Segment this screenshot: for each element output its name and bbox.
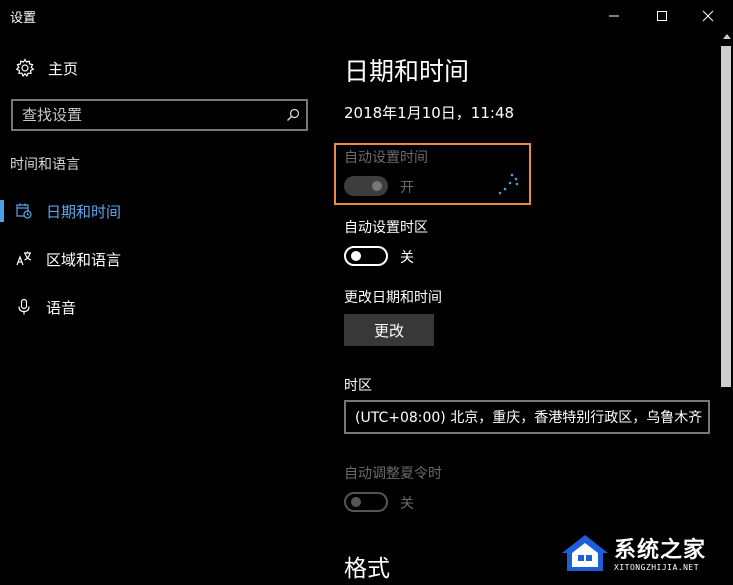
sidebar-item-date-time[interactable]: 日期和时间 [0,191,320,231]
toggle-knob [372,181,382,191]
auto-time-state: 开 [400,180,414,196]
auto-timezone-toggle[interactable] [344,246,388,266]
sidebar-item-speech[interactable]: 语音 [0,287,320,327]
dst-toggle[interactable] [344,492,388,512]
auto-timezone-state: 关 [400,250,414,266]
sidebar-item-label: 日期和时间 [46,203,122,221]
sidebar-section-label: 时间和语言 [10,157,80,173]
microphone-icon [14,297,34,317]
page-title: 日期和时间 [344,57,470,86]
sidebar-item-label: 语音 [46,299,77,317]
watermark-url: XITONGZHIJIA.NET [614,563,700,572]
change-datetime-button[interactable]: 更改 [344,314,434,346]
maximize-button[interactable] [639,0,685,32]
auto-time-label: 自动设置时间 [344,150,428,166]
search-box[interactable] [11,99,308,131]
scroll-up-arrow-icon[interactable] [722,32,732,42]
minimize-icon [609,15,619,17]
maximize-icon [657,11,667,21]
house-logo-icon [562,535,608,571]
minimize-button[interactable] [591,0,637,32]
watermark: 系统之家 XITONGZHIJIA.NET [556,526,732,582]
sidebar-item-label: 区域和语言 [46,251,122,269]
close-button[interactable] [685,0,731,32]
title-bar: 设置 [0,0,733,32]
watermark-title: 系统之家 [614,538,707,563]
toggle-knob [351,251,361,261]
dst-state: 关 [400,496,414,512]
dst-label: 自动调整夏令时 [344,466,442,482]
search-input[interactable] [13,101,280,129]
auto-timezone-label: 自动设置时区 [344,220,428,236]
scrollbar-thumb[interactable] [721,46,731,387]
sidebar-item-region-language[interactable]: 区域和语言 [0,239,320,279]
scrollbar[interactable] [720,32,733,585]
gear-icon [14,57,36,79]
search-icon[interactable] [280,101,306,129]
change-datetime-label: 更改日期和时间 [344,290,442,306]
nav-home[interactable]: 主页 [10,54,310,82]
timezone-label: 时区 [344,378,372,394]
active-indicator [0,200,4,222]
format-heading: 格式 [344,556,390,582]
toggle-knob [351,497,361,507]
nav-home-label: 主页 [48,59,79,78]
close-icon [702,10,714,22]
language-icon [14,249,34,269]
auto-time-toggle[interactable] [344,176,388,196]
current-datetime: 2018年1月10日，11:48 [344,104,515,122]
loading-spinner-icon [498,173,519,195]
calendar-clock-icon [14,201,34,221]
window-title: 设置 [10,11,37,26]
timezone-select[interactable]: (UTC+08:00) 北京，重庆，香港特别行政区，乌鲁木齐 [344,400,710,434]
